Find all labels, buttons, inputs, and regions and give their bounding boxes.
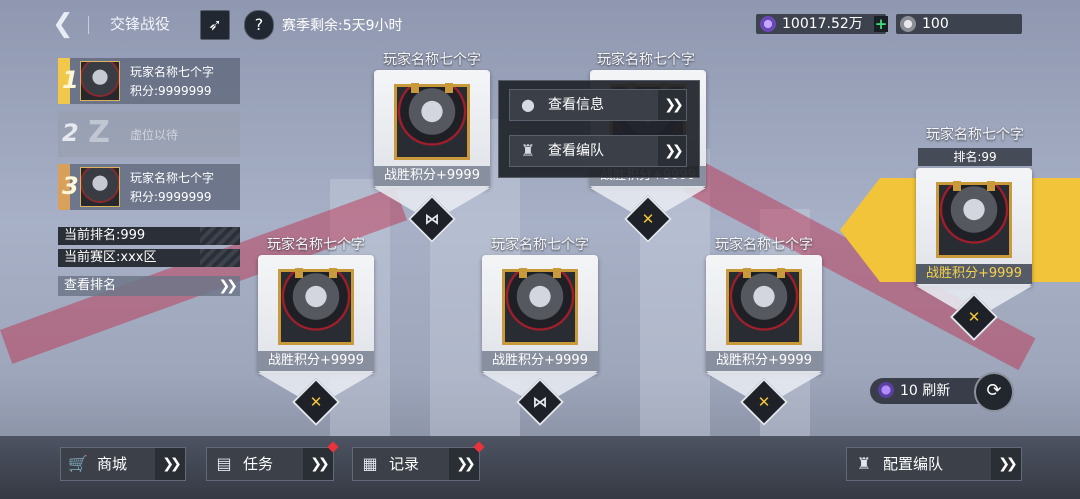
mech-icon: ♜ [856, 454, 872, 473]
double-chevron-icon: ❯❯ [303, 448, 333, 480]
opponent-card-1[interactable]: 战胜积分+9999 ⋈ [374, 70, 490, 244]
view-info-label: 查看信息 [548, 97, 604, 113]
double-chevron-icon: ❯❯ [658, 136, 686, 166]
refresh-label: 10 刷新 [900, 383, 951, 399]
double-chevron-icon: ❯❯ [449, 448, 479, 480]
secondary-currency-value: 100 [922, 16, 949, 32]
records-button[interactable]: ▦ 记录 ❯❯ [352, 441, 485, 481]
tasks-label: 任务 [243, 455, 274, 473]
opponent-portrait [394, 83, 470, 160]
opponent-card-4[interactable]: 战胜积分+9999 ⋈ [482, 255, 598, 427]
help-icon[interactable]: ? [244, 10, 274, 40]
purple-gem-icon [878, 382, 894, 398]
victory-points: 战胜积分+9999 [374, 166, 490, 186]
victory-points: 战胜积分+9999 [482, 351, 598, 371]
opponent-card-selected[interactable]: 战胜积分+9999 ✕ [916, 168, 1032, 342]
double-chevron-icon: ❯❯ [218, 278, 239, 294]
opponent-card-3[interactable]: 战胜积分+9999 ✕ [258, 255, 374, 427]
player-action-popup: ● 查看信息 ❯❯ ♜ 查看编队 ❯❯ [498, 80, 700, 178]
page-title: 交锋战役 [110, 15, 171, 33]
configure-team-button[interactable]: ♜ 配置编队 ❯❯ [846, 447, 1022, 481]
season-remaining: 赛季剩余:5天9小时 [282, 18, 403, 34]
opponent-name: 玩家名称七个字 [715, 237, 813, 253]
clipboard-icon: ▤ [216, 454, 232, 473]
rank-number: 2 [62, 119, 79, 147]
shop-button[interactable]: 🛒 商城 ❯❯ [60, 447, 186, 481]
document-icon: ▦ [362, 454, 378, 473]
tasks-button[interactable]: ▤ 任务 ❯❯ [206, 441, 339, 481]
premium-currency-value: 10017.52万 [782, 16, 863, 32]
victory-points: 战胜积分+9999 [916, 264, 1032, 284]
secondary-currency: 100 [896, 14, 1022, 34]
current-rank: 当前排名:999 [58, 227, 240, 245]
view-info-button[interactable]: ● 查看信息 ❯❯ [509, 89, 687, 121]
player-score: 积分:9999999 [130, 190, 212, 204]
view-rank-label: 查看排名 [64, 278, 117, 293]
rocket-icon[interactable]: ➶ [200, 10, 230, 40]
opponent-portrait [726, 268, 802, 345]
opponent-portrait [936, 181, 1012, 258]
view-rank-button[interactable]: 查看排名 ❯❯ [58, 276, 240, 296]
player-score: 积分:9999999 [130, 84, 212, 98]
avatar [80, 61, 120, 101]
bottom-bar: 🛒 商城 ❯❯ ▤ 任务 ❯❯ ▦ 记录 ❯❯ ♜ 配置编队 ❯❯ [0, 436, 1080, 499]
victory-points: 战胜积分+9999 [258, 351, 374, 371]
person-icon: ● [521, 95, 535, 114]
opponent-name: 玩家名称七个字 [926, 127, 1024, 143]
double-chevron-icon: ❯❯ [658, 90, 686, 120]
refresh-button[interactable]: 10 刷新 ⟳ [870, 372, 1014, 412]
player-name: 玩家名称七个字 [130, 65, 215, 79]
mech-icon: ♜ [520, 141, 536, 160]
opponent-name: 玩家名称七个字 [383, 52, 481, 68]
divider [88, 16, 89, 34]
current-zone: 当前赛区:xxx区 [58, 249, 240, 267]
opponent-name: 玩家名称七个字 [597, 52, 695, 68]
rank-number: 3 [62, 172, 79, 200]
opponent-rank: 排名:99 [918, 148, 1032, 166]
rank-number: 1 [62, 66, 79, 94]
leaderboard-item-3[interactable]: 3 玩家名称七个字 积分:9999999 [58, 164, 240, 210]
view-team-label: 查看编队 [548, 143, 604, 159]
back-chevron-icon[interactable]: ❮ [52, 10, 80, 38]
configure-team-label: 配置编队 [883, 455, 944, 473]
add-currency-button[interactable]: + [874, 16, 888, 32]
records-label: 记录 [389, 455, 420, 473]
view-team-button[interactable]: ♜ 查看编队 ❯❯ [509, 135, 687, 167]
opponent-portrait [502, 268, 578, 345]
opponent-card-5[interactable]: 战胜积分+9999 ✕ [706, 255, 822, 427]
leaderboard-item-2: 2 Z 虚位以待 [58, 111, 240, 157]
opponent-name: 玩家名称七个字 [491, 237, 589, 253]
purple-gem-icon [760, 16, 776, 32]
premium-currency: 10017.52万 + [756, 14, 888, 34]
double-chevron-icon: ❯❯ [155, 448, 185, 480]
opponent-portrait [278, 268, 354, 345]
silver-coin-icon [900, 16, 916, 32]
double-chevron-icon: ❯❯ [991, 448, 1021, 480]
opponent-name: 玩家名称七个字 [267, 237, 365, 253]
empty-slot-icon: Z [88, 115, 110, 150]
victory-points: 战胜积分+9999 [706, 351, 822, 371]
cart-icon: 🛒 [68, 454, 88, 473]
placeholder-text: 虚位以待 [130, 128, 179, 142]
player-name: 玩家名称七个字 [130, 171, 215, 185]
refresh-icon[interactable]: ⟳ [974, 372, 1014, 412]
leaderboard-item-1[interactable]: 1 玩家名称七个字 积分:9999999 [58, 58, 240, 104]
top-bar: ❮ 交锋战役 ➶ ? 赛季剩余:5天9小时 10017.52万 + 100 [0, 0, 1080, 50]
avatar [80, 167, 120, 207]
shop-label: 商城 [97, 455, 128, 473]
